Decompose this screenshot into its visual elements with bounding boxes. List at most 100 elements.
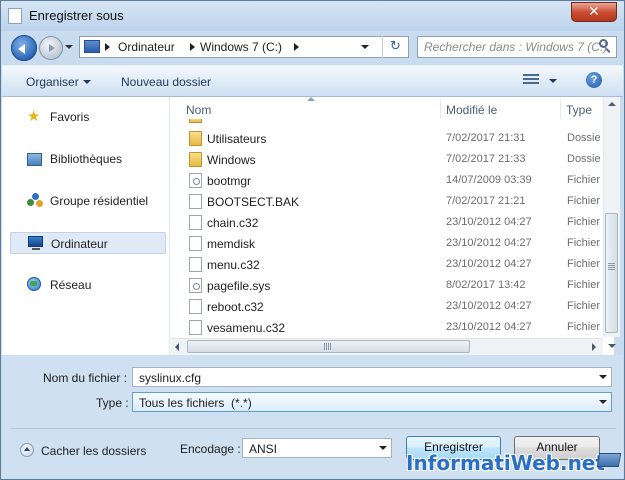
scroll-down-icon[interactable] [608, 344, 616, 348]
libraries-icon [27, 153, 42, 166]
search-icon[interactable] [599, 39, 608, 48]
scroll-grip-icon [324, 343, 325, 350]
breadcrumb-separator-icon[interactable] [294, 43, 299, 51]
scroll-up-icon[interactable] [608, 102, 616, 106]
address-dropdown[interactable] [361, 45, 369, 49]
nav-item-libraries[interactable]: Bibliothèques [16, 149, 166, 169]
file-icon [189, 236, 202, 251]
breadcrumb-drive[interactable]: Windows 7 (C:) [200, 40, 282, 54]
table-row[interactable]: reboot.c32 23/10/2012 04:27 Fichier [184, 296, 604, 317]
file-type: Fichier [567, 174, 601, 186]
recent-locations-dropdown[interactable] [65, 45, 73, 49]
file-type: Fichier [567, 237, 601, 249]
back-button[interactable] [11, 35, 37, 61]
file-type: Fichier [567, 279, 601, 291]
nav-item-homegroup[interactable]: Groupe résidentiel [16, 191, 166, 211]
table-row[interactable]: Windows 7/02/2017 21:33 Dossie [184, 149, 604, 170]
save-as-dialog: Enregistrer sous ✕ Ordinateur Windows 7 … [0, 0, 625, 480]
watermark: InformatiWeb.net [406, 451, 605, 475]
refresh-icon[interactable]: ↻ [382, 36, 408, 58]
file-icon [189, 257, 202, 272]
view-dropdown-icon[interactable] [549, 79, 557, 83]
notepad-icon [8, 8, 22, 24]
system-file-icon [189, 173, 202, 188]
file-type: Fichier [567, 195, 601, 207]
file-name: reboot.c32 [207, 300, 264, 314]
file-modified: 7/02/2017 21:33 [446, 153, 526, 165]
table-row[interactable]: Utilisateurs 7/02/2017 21:31 Dossie [184, 128, 604, 149]
computer-icon [84, 40, 100, 53]
address-bar[interactable]: Ordinateur Windows 7 (C:) [79, 36, 409, 58]
encoding-value: ANSI [249, 442, 278, 456]
file-modified: 23/10/2012 04:27 [446, 258, 532, 270]
chevron-down-icon[interactable] [379, 446, 387, 450]
file-type-select[interactable]: Tous les fichiers (*.*) [132, 392, 612, 412]
new-folder-button[interactable]: Nouveau dossier [121, 75, 211, 89]
table-row[interactable]: menu.c32 23/10/2012 04:27 Fichier [184, 254, 604, 275]
file-name: menu.c32 [207, 258, 260, 272]
file-name: chain.c32 [207, 216, 259, 230]
column-header-label: Type [566, 103, 593, 117]
chevron-down-icon [83, 80, 91, 84]
filename-field[interactable]: syslinux.cfg [132, 367, 612, 387]
column-header-name[interactable]: Nom [170, 97, 440, 121]
breadcrumb-ordinateur[interactable]: Ordinateur [118, 40, 175, 54]
file-type: Fichier [567, 300, 601, 312]
table-row[interactable]: memdisk 23/10/2012 04:27 Fichier [184, 233, 604, 254]
file-name: memdisk [207, 237, 256, 251]
laptop-icon [596, 453, 622, 467]
homegroup-icon [27, 193, 43, 209]
nav-item-label: Bibliothèques [50, 152, 123, 166]
table-row[interactable]: bootmgr 14/07/2009 03:39 Fichier [184, 170, 604, 191]
forward-button[interactable] [39, 36, 63, 60]
file-modified: 23/10/2012 04:27 [446, 321, 532, 333]
navigation-pane: ★ Favoris Bibliothèques Groupe résidenti… [2, 97, 170, 355]
search-input[interactable]: Rechercher dans : Windows 7 (C:) [417, 36, 617, 58]
title-bar[interactable]: Enregistrer sous ✕ [1, 1, 624, 31]
column-header-modified[interactable]: Modifié le [441, 97, 560, 121]
horizontal-scroll-thumb[interactable] [187, 340, 470, 353]
search-placeholder: Rechercher dans : Windows 7 (C:) [424, 40, 608, 54]
file-name: Windows [207, 153, 256, 167]
file-list: Nom Modifié le Type Utilisateurs 7/02/20… [170, 97, 614, 355]
scroll-grip-icon [608, 263, 615, 264]
star-icon: ★ [27, 108, 41, 125]
encoding-select[interactable]: ANSI [242, 438, 392, 458]
chevron-down-icon[interactable] [599, 400, 607, 404]
file-icon [189, 215, 202, 230]
collapse-up-icon[interactable] [20, 443, 34, 457]
system-file-icon [189, 278, 202, 293]
file-type: Fichier [567, 321, 601, 333]
change-view-icon[interactable] [523, 74, 539, 86]
computer-icon [28, 236, 44, 252]
file-name: bootmgr [207, 174, 252, 188]
nav-item-label: Groupe résidentiel [50, 194, 149, 208]
file-modified: 7/02/2017 21:21 [446, 195, 526, 207]
organize-button[interactable]: Organiser [26, 75, 79, 89]
vertical-scroll-thumb[interactable] [605, 213, 618, 333]
column-header-label: Nom [186, 103, 212, 117]
scroll-right-icon[interactable] [592, 343, 596, 351]
nav-item-favorites[interactable]: ★ Favoris [16, 107, 166, 127]
help-icon[interactable]: ? [586, 72, 602, 88]
table-row[interactable]: vesamenu.c32 23/10/2012 04:27 Fichier [184, 317, 604, 338]
close-button[interactable]: ✕ [571, 2, 617, 22]
breadcrumb-separator-icon[interactable] [190, 43, 195, 51]
filename-label: Nom du fichier : [43, 371, 128, 385]
file-name: vesamenu.c32 [207, 321, 286, 335]
nav-item-computer[interactable]: Ordinateur [10, 232, 166, 254]
file-name: Utilisateurs [207, 132, 267, 146]
hide-folders-button[interactable]: Cacher les dossiers [41, 444, 146, 458]
nav-item-network[interactable]: Réseau [16, 275, 166, 295]
table-row[interactable]: BOOTSECT.BAK 7/02/2017 21:21 Fichier [184, 191, 604, 212]
nav-item-label: Ordinateur [51, 237, 108, 251]
chevron-down-icon[interactable] [599, 375, 607, 379]
column-header-label: Modifié le [446, 103, 498, 117]
table-row[interactable]: chain.c32 23/10/2012 04:27 Fichier [184, 212, 604, 233]
file-icon [189, 320, 202, 335]
file-type: Fichier [567, 216, 601, 228]
folder-icon [189, 131, 202, 146]
breadcrumb-separator-icon[interactable] [105, 43, 110, 51]
scroll-left-icon[interactable] [175, 343, 179, 351]
table-row[interactable]: pagefile.sys 8/02/2017 13:42 Fichier [184, 275, 604, 296]
